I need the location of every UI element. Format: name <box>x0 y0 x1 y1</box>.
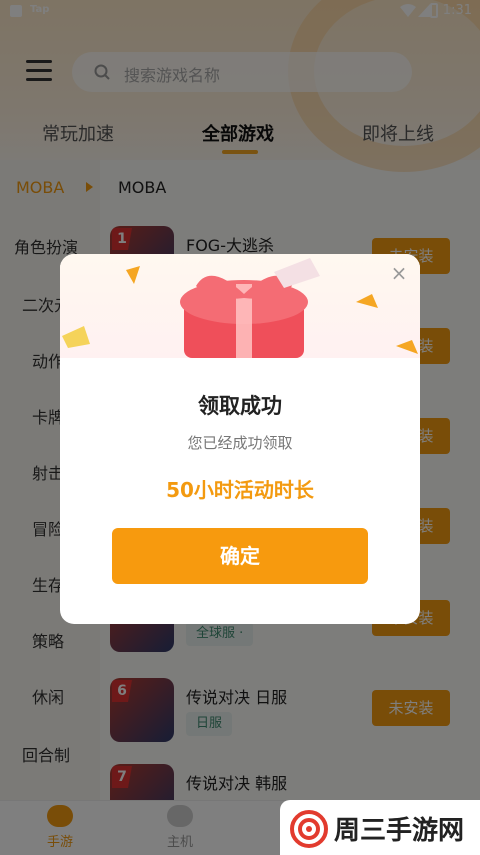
gift-box-illustration <box>62 258 418 358</box>
reward-text: 50小时活动时长 <box>166 478 314 502</box>
site-watermark: 周三手游网 <box>280 800 480 855</box>
dialog-hero <box>60 254 420 358</box>
dialog-subtitle: 您已经成功领取 <box>187 434 293 452</box>
app-screen: Tap 1:31 搜索游戏名称 常玩加速 全部游戏 即将上线 MOBA 角色扮演… <box>0 0 480 855</box>
dialog-title: 领取成功 <box>198 394 282 418</box>
reward-dialog: × 领取成功 您已经成功领取 50小时活动时长 确定 <box>60 254 420 624</box>
close-icon[interactable]: × <box>388 262 410 284</box>
site-logo-icon <box>290 810 328 848</box>
confirm-button[interactable]: 确定 <box>112 528 368 584</box>
watermark-text: 周三手游网 <box>334 816 465 846</box>
